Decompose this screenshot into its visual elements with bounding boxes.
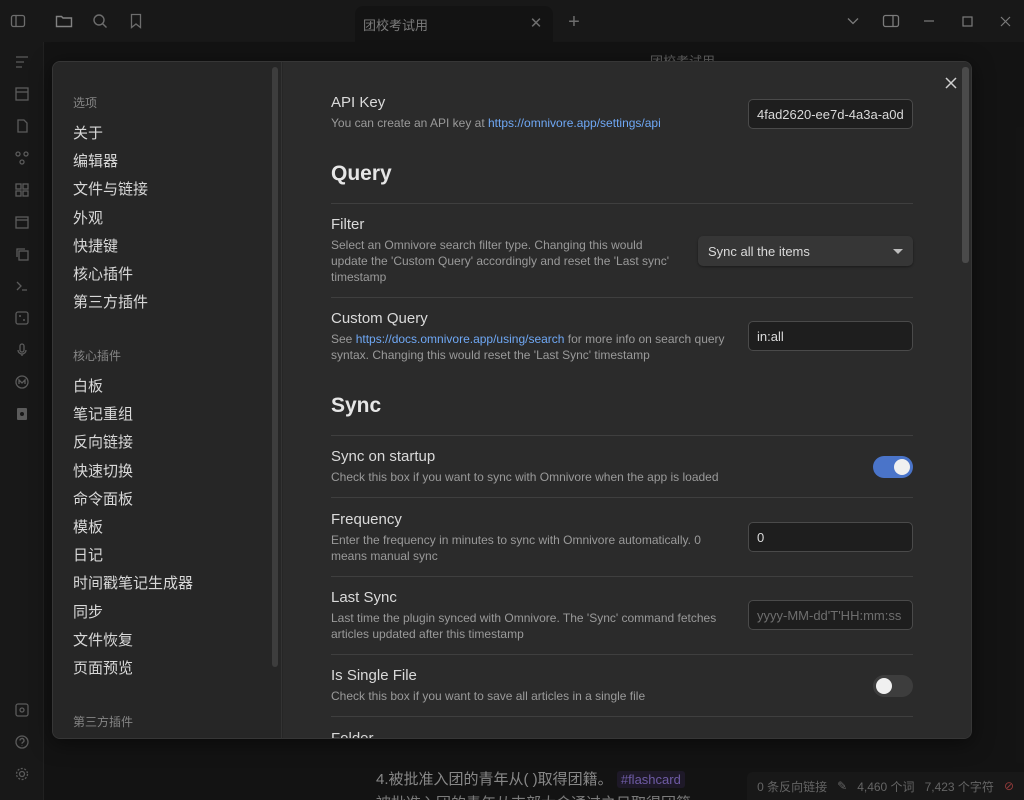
setting-desc: Select an Omnivore search filter type. C… — [331, 238, 670, 284]
content-scrollbar[interactable] — [962, 67, 969, 263]
divider — [331, 297, 913, 298]
sidebar-item-option[interactable]: 核心插件 — [73, 263, 133, 284]
divider — [331, 497, 913, 498]
obsidian-app: 团校考试用 ✕ + 4.被批准入团的青年从()取得团籍。 #flashcard… — [0, 0, 1024, 800]
sidebar-item-core-plugin[interactable]: 日记 — [73, 544, 103, 565]
api-key-input[interactable]: 4fad2620-ee7d-4a3a-a0d — [748, 99, 913, 129]
sidebar-item-option[interactable]: 外观 — [73, 207, 103, 228]
sidebar-item-core-plugin[interactable]: 笔记重组 — [73, 403, 133, 424]
setting-filter: Filter Select an Omnivore search filter … — [331, 216, 681, 285]
setting-desc: Enter the frequency in minutes to sync w… — [331, 533, 701, 563]
close-icon[interactable] — [940, 72, 962, 94]
sidebar-heading-options: 选项 — [73, 96, 98, 110]
divider — [331, 654, 913, 655]
caret-down-icon — [893, 248, 903, 254]
sidebar-item-core-plugin[interactable]: 时间戳笔记生成器 — [73, 572, 193, 593]
search-docs-link[interactable]: https://docs.omnivore.app/using/search — [356, 332, 565, 346]
setting-sync-on-startup: Sync on startup Check this box if you wa… — [331, 448, 781, 485]
sidebar-item-core-plugin[interactable]: 文件恢复 — [73, 629, 133, 650]
setting-last-sync: Last Sync Last time the plugin synced wi… — [331, 589, 731, 642]
divider — [331, 716, 913, 717]
setting-name: Custom Query — [331, 310, 428, 327]
single-file-toggle[interactable] — [873, 675, 913, 697]
api-settings-link[interactable]: https://omnivore.app/settings/api — [488, 116, 661, 130]
sidebar-item-core-plugin[interactable]: 模板 — [73, 516, 103, 537]
sidebar-item-core-plugin[interactable]: 页面预览 — [73, 657, 133, 678]
custom-query-input[interactable]: in:all — [748, 321, 913, 351]
sidebar-item-core-plugin[interactable]: 命令面板 — [73, 488, 133, 509]
setting-desc: Last time the plugin synced with Omnivor… — [331, 611, 717, 641]
setting-desc: Check this box if you want to sync with … — [331, 470, 719, 484]
setting-name: Last Sync — [331, 589, 397, 606]
setting-custom-query: Custom Query See https://docs.omnivore.a… — [331, 310, 731, 363]
sidebar-item-core-plugin[interactable]: 反向链接 — [73, 431, 133, 452]
settings-content: API Key You can create an API key at htt… — [283, 62, 971, 739]
sidebar-heading-core-plugins: 核心插件 — [73, 349, 122, 363]
sidebar-heading-third-party: 第三方插件 — [73, 715, 134, 729]
setting-single-file: Is Single File Check this box if you wan… — [331, 667, 781, 704]
setting-folder: Folder — [331, 730, 913, 739]
section-title-query: Query — [331, 162, 392, 185]
setting-frequency: Frequency Enter the frequency in minutes… — [331, 511, 721, 564]
settings-modal: 选项 关于 编辑器 文件与链接 外观 快捷键 核心插件 第三方插件 核心插件 白板 笔记重组反… — [52, 61, 972, 739]
setting-desc: Check this box if you want to save all a… — [331, 689, 646, 703]
sidebar-item-option[interactable]: 第三方插件 — [73, 291, 148, 312]
setting-name: Filter — [331, 216, 365, 233]
filter-selected-value: Sync all the items — [708, 243, 810, 259]
sidebar-item-option[interactable]: 关于 — [73, 122, 103, 143]
sidebar-item-core-plugin[interactable]: 同步 — [73, 601, 103, 622]
sidebar-item-option[interactable]: 文件与链接 — [73, 178, 148, 199]
last-sync-input[interactable]: yyyy-MM-dd'T'HH:mm:ss — [748, 600, 913, 630]
frequency-input[interactable]: 0 — [748, 522, 913, 552]
sidebar-scrollbar[interactable] — [272, 67, 278, 667]
sync-on-startup-toggle[interactable] — [873, 456, 913, 478]
divider — [331, 203, 913, 204]
setting-name: Is Single File — [331, 667, 417, 684]
settings-sidebar: 选项 关于 编辑器 文件与链接 外观 快捷键 核心插件 第三方插件 核心插件 白板 笔记重组反… — [53, 62, 282, 738]
sidebar-item-core-plugin[interactable]: 快速切换 — [73, 460, 133, 481]
setting-name: Sync on startup — [331, 448, 436, 465]
sidebar-item-option[interactable]: 编辑器 — [73, 150, 118, 171]
section-title-sync: Sync — [331, 394, 382, 417]
setting-name: Folder — [331, 730, 374, 739]
filter-dropdown[interactable]: Sync all the items — [698, 236, 913, 266]
sidebar-item-core-plugin[interactable]: 白板 — [73, 375, 103, 396]
setting-desc: See https://docs.omnivore.app/using/sear… — [331, 332, 725, 362]
setting-name: Frequency — [331, 511, 402, 528]
sidebar-item-option[interactable]: 快捷键 — [73, 235, 118, 256]
divider — [331, 576, 913, 577]
divider — [331, 435, 913, 436]
